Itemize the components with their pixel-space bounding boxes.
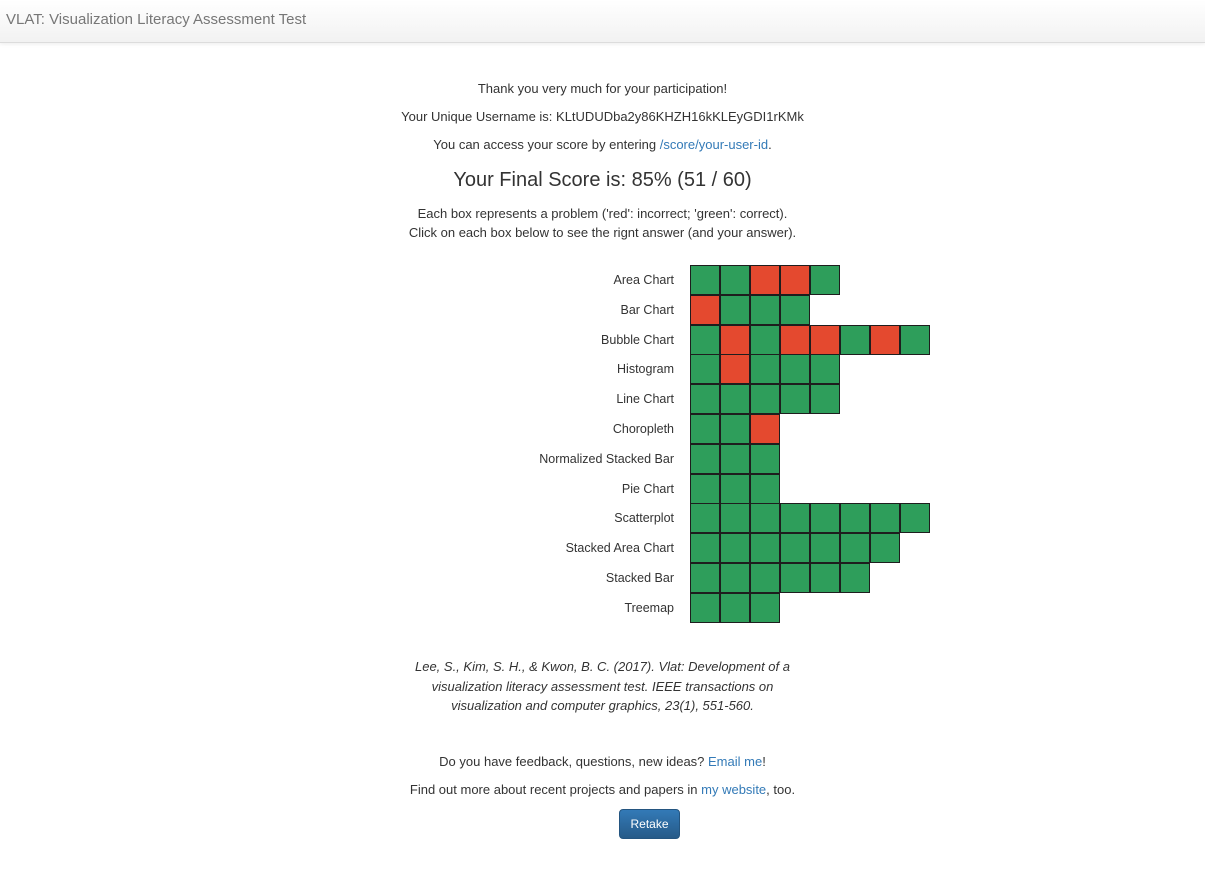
website-link[interactable]: my website	[701, 782, 766, 797]
incorrect-answer-box[interactable]	[750, 414, 780, 444]
correct-answer-box[interactable]	[810, 265, 840, 295]
correct-answer-box[interactable]	[690, 354, 720, 384]
correct-answer-box[interactable]	[690, 503, 720, 533]
correct-answer-box[interactable]	[720, 533, 750, 563]
incorrect-answer-box[interactable]	[870, 325, 900, 355]
correct-answer-box[interactable]	[810, 503, 840, 533]
username-value: KLtUDUDba2y86KHZH16kKLEyGDI1rKMk	[556, 109, 804, 124]
feedback-suffix: !	[762, 754, 766, 769]
correct-answer-box[interactable]	[810, 563, 840, 593]
email-link[interactable]: Email me	[708, 754, 762, 769]
correct-answer-box[interactable]	[780, 503, 810, 533]
row-label: Stacked Area Chart	[565, 541, 674, 555]
correct-answer-box[interactable]	[750, 474, 780, 504]
correct-answer-box[interactable]	[690, 533, 720, 563]
correct-answer-box[interactable]	[750, 325, 780, 355]
feedback-line: Do you have feedback, questions, new ide…	[0, 754, 1205, 769]
correct-answer-box[interactable]	[690, 384, 720, 414]
thanks-message: Thank you very much for your participati…	[477, 81, 728, 96]
correct-answer-box[interactable]	[780, 563, 810, 593]
citation-line-2: visualization literacy assessment test. …	[431, 678, 774, 694]
citation-line-3: visualization and computer graphics, 23(…	[451, 698, 754, 713]
correct-answer-box[interactable]	[870, 503, 900, 533]
row-label: Histogram	[617, 362, 674, 376]
correct-answer-box[interactable]	[750, 384, 780, 414]
incorrect-answer-box[interactable]	[810, 325, 840, 355]
result-grid	[690, 265, 935, 625]
correct-answer-box[interactable]	[750, 593, 780, 623]
correct-answer-box[interactable]	[690, 593, 720, 623]
correct-answer-box[interactable]	[810, 354, 840, 384]
website-suffix: , too.	[766, 782, 796, 797]
row-label: Treemap	[624, 601, 674, 615]
correct-answer-box[interactable]	[840, 503, 870, 533]
incorrect-answer-box[interactable]	[690, 295, 720, 325]
correct-answer-box[interactable]	[750, 295, 780, 325]
correct-answer-box[interactable]	[720, 295, 750, 325]
correct-answer-box[interactable]	[720, 444, 750, 474]
incorrect-answer-box[interactable]	[780, 265, 810, 295]
correct-answer-box[interactable]	[690, 325, 720, 355]
access-suffix: .	[768, 137, 772, 152]
correct-answer-box[interactable]	[720, 474, 750, 504]
correct-answer-box[interactable]	[720, 593, 750, 623]
navbar: VLAT: Visualization Literacy Assessment …	[0, 0, 1205, 43]
final-score: Your Final Score is: 85% (51 / 60)	[453, 169, 752, 191]
access-label: You can access your score by entering	[433, 137, 660, 152]
correct-answer-box[interactable]	[690, 474, 720, 504]
username-label: Your Unique Username is:	[401, 109, 557, 124]
correct-answer-box[interactable]	[810, 384, 840, 414]
correct-answer-box[interactable]	[690, 563, 720, 593]
row-label: Bar Chart	[620, 303, 675, 317]
citation-line-1: Lee, S., Kim, S. H., & Kwon, B. C. (2017…	[414, 659, 790, 674]
correct-answer-box[interactable]	[780, 354, 810, 384]
correct-answer-box[interactable]	[750, 503, 780, 533]
access-line: You can access your score by entering /s…	[0, 137, 1205, 152]
correct-answer-box[interactable]	[840, 563, 870, 593]
website-line: Find out more about recent projects and …	[0, 782, 1205, 797]
incorrect-answer-box[interactable]	[720, 325, 750, 355]
correct-answer-box[interactable]	[720, 414, 750, 444]
correct-answer-box[interactable]	[780, 384, 810, 414]
correct-answer-box[interactable]	[870, 533, 900, 563]
correct-answer-box[interactable]	[720, 503, 750, 533]
correct-answer-box[interactable]	[840, 533, 870, 563]
correct-answer-box[interactable]	[900, 325, 930, 355]
incorrect-answer-box[interactable]	[750, 265, 780, 295]
feedback-label: Do you have feedback, questions, new ide…	[439, 754, 709, 769]
row-label: Pie Chart	[621, 482, 674, 496]
correct-answer-box[interactable]	[720, 265, 750, 295]
correct-answer-box[interactable]	[690, 414, 720, 444]
navbar-brand[interactable]: VLAT: Visualization Literacy Assessment …	[6, 11, 306, 28]
correct-answer-box[interactable]	[690, 265, 720, 295]
correct-answer-box[interactable]	[900, 503, 930, 533]
row-label: Area Chart	[613, 273, 674, 287]
row-label: Stacked Bar	[605, 571, 674, 585]
correct-answer-box[interactable]	[750, 444, 780, 474]
correct-answer-box[interactable]	[780, 533, 810, 563]
correct-answer-box[interactable]	[750, 354, 780, 384]
row-label: Choropleth	[612, 422, 674, 436]
incorrect-answer-box[interactable]	[720, 354, 750, 384]
instructions-line-1: Each box represents a problem ('red': in…	[417, 206, 788, 221]
row-label: Line Chart	[616, 392, 674, 406]
retake-button[interactable]: Retake	[619, 809, 680, 839]
row-label: Bubble Chart	[601, 333, 674, 347]
instructions-line-2: Click on each box below to see the rignt…	[408, 225, 797, 240]
correct-answer-box[interactable]	[720, 563, 750, 593]
row-label: Normalized Stacked Bar	[539, 452, 674, 466]
username-line: Your Unique Username is: KLtUDUDba2y86KH…	[0, 109, 1205, 124]
score-path-link[interactable]: /score/your-user-id	[660, 137, 768, 152]
correct-answer-box[interactable]	[690, 444, 720, 474]
citation: Lee, S., Kim, S. H., & Kwon, B. C. (2017…	[0, 657, 1205, 716]
correct-answer-box[interactable]	[780, 295, 810, 325]
correct-answer-box[interactable]	[810, 533, 840, 563]
correct-answer-box[interactable]	[840, 325, 870, 355]
correct-answer-box[interactable]	[750, 533, 780, 563]
row-label: Scatterplot	[614, 511, 674, 525]
correct-answer-box[interactable]	[720, 384, 750, 414]
incorrect-answer-box[interactable]	[780, 325, 810, 355]
website-label: Find out more about recent projects and …	[409, 782, 702, 797]
correct-answer-box[interactable]	[750, 563, 780, 593]
